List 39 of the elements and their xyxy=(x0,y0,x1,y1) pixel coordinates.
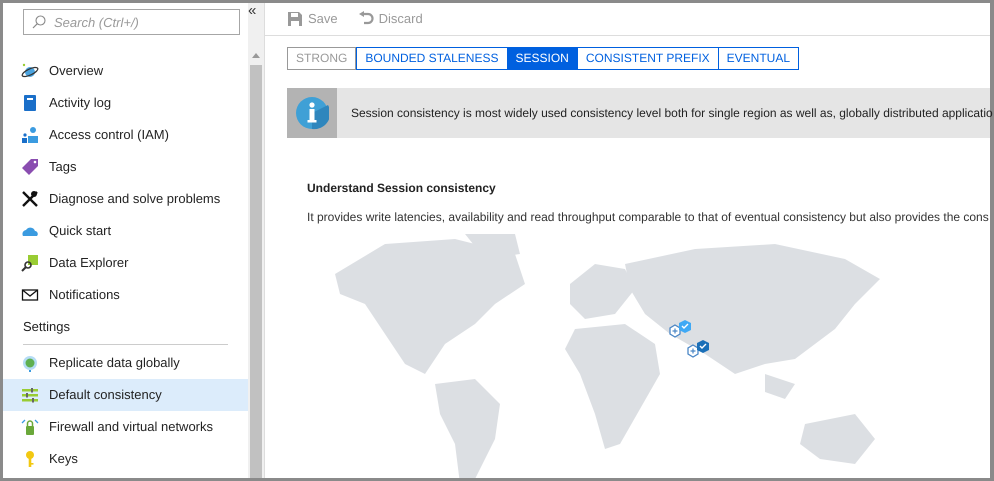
consistency-tab[interactable]: SESSION xyxy=(508,47,578,70)
region-marker-icon[interactable] xyxy=(669,320,691,338)
sidebar-item[interactable]: Data Explorer xyxy=(3,247,248,279)
sidebar-item[interactable]: Notifications xyxy=(3,279,248,311)
undo-icon xyxy=(358,11,374,27)
tag-icon xyxy=(21,158,39,176)
sliders-icon xyxy=(21,386,39,404)
people-icon xyxy=(21,126,39,144)
save-icon xyxy=(287,11,303,27)
planet-icon xyxy=(21,62,39,80)
sidebar-item[interactable]: Replicate data globally xyxy=(3,346,248,378)
consistency-tab[interactable]: CONSISTENT PREFIX xyxy=(578,47,719,70)
sidebar-item[interactable]: Default consistency xyxy=(3,378,248,410)
shield-lock-icon xyxy=(21,418,39,436)
sidebar-item[interactable]: Diagnose and solve problems xyxy=(3,183,248,215)
collapse-button[interactable]: « xyxy=(248,3,256,18)
sidebar-item[interactable]: Activity log xyxy=(3,87,248,119)
consistency-tab[interactable]: BOUNDED STALENESS xyxy=(356,47,508,70)
sidebar-item[interactable]: Tags xyxy=(3,151,248,183)
sidebar-item[interactable]: Overview xyxy=(3,55,248,87)
book-icon xyxy=(21,94,39,112)
sidebar-item[interactable]: Access control (IAM) xyxy=(3,119,248,151)
section-heading: Settings xyxy=(23,317,228,344)
search-icon xyxy=(32,15,46,29)
scrollbar-thumb[interactable] xyxy=(250,65,262,478)
consistency-tab[interactable]: EVENTUAL xyxy=(718,47,800,70)
sidebar-item[interactable]: Quick start xyxy=(3,215,248,247)
region-marker-icon[interactable] xyxy=(687,340,709,358)
section-title: Understand Session consistency xyxy=(307,180,497,197)
search-field[interactable]: Search (Ctrl+/) xyxy=(23,9,240,35)
sidebar-item[interactable]: Firewall and virtual networks xyxy=(3,410,248,442)
magnifier-grid-icon xyxy=(21,254,39,272)
sidebar-item[interactable]: Keys xyxy=(3,442,248,474)
tools-icon xyxy=(21,190,39,208)
scroll-up-arrow[interactable] xyxy=(252,53,260,58)
info-icon xyxy=(295,96,329,130)
info-text: Session consistency is most widely used consistency level both for single region as well as, globally distributed applicatio xyxy=(350,105,993,122)
description-text: It provides write latencies, availability and read throughput comparable to that of eventual consistency but also provides the cons xyxy=(307,209,990,226)
globe-icon xyxy=(21,354,39,372)
